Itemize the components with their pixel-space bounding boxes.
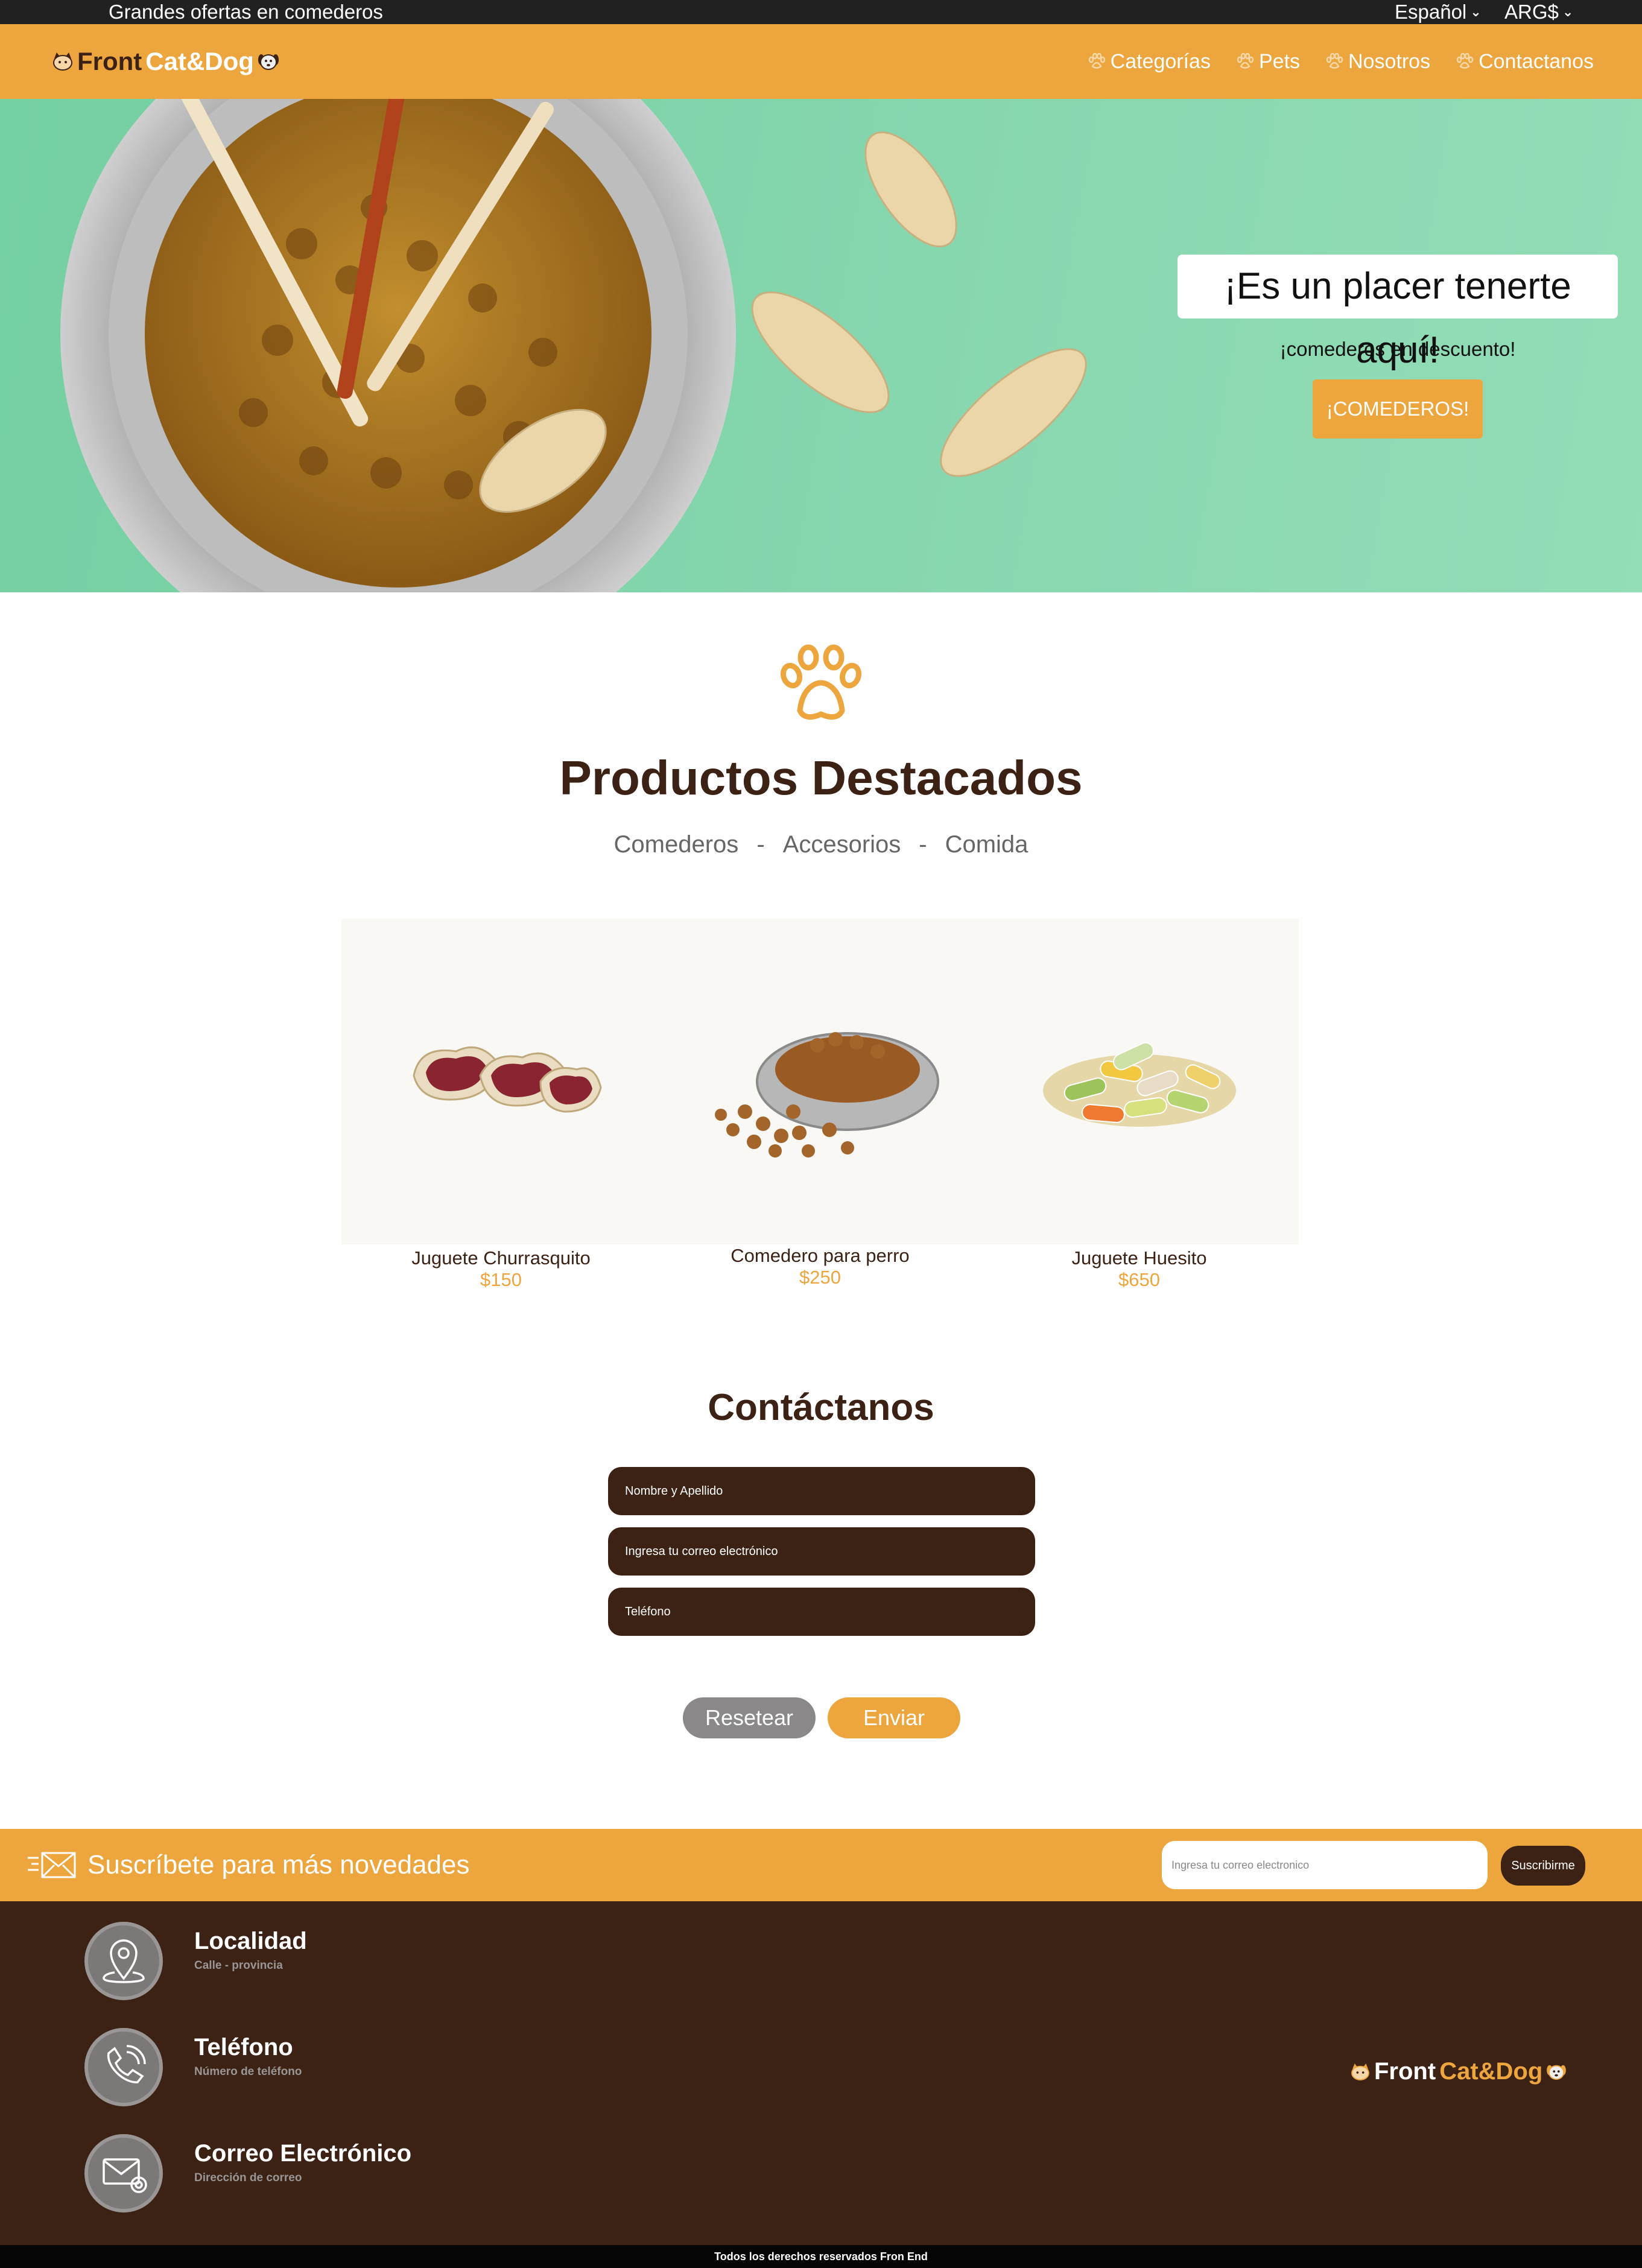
paw-icon — [1456, 53, 1474, 69]
currency-label: ARG$ — [1504, 1, 1559, 23]
product-price: $650 — [1118, 1269, 1160, 1290]
footer-item-title: Localidad — [194, 1928, 307, 1954]
filter-separator: - — [919, 831, 927, 858]
mail-icon — [28, 1852, 76, 1878]
footer-item-title: Correo Electrónico — [194, 2140, 412, 2167]
chevron-down-icon: ⌄ — [1562, 4, 1574, 19]
nav-item-nosotros[interactable]: Nosotros — [1325, 50, 1430, 74]
brand-catdog: Cat&Dog — [145, 47, 254, 75]
footer-item-subtitle: Calle - provincia — [194, 1959, 283, 1972]
brand-front: Front — [1374, 2058, 1436, 2085]
nav-item-categorias[interactable]: Categorías — [1088, 50, 1211, 74]
hero-banner: ¡Es un placer tenerte aquí! ¡comederos e… — [0, 99, 1642, 592]
contact-title: Contáctanos — [708, 1387, 934, 1428]
brand-logo[interactable]: Front Cat&Dog — [52, 47, 279, 76]
hero-cta-button[interactable]: ¡COMEDEROS! — [1313, 379, 1483, 439]
site-header: Front Cat&Dog Categorías Pets Nosotros C… — [0, 24, 1642, 99]
phone-field[interactable] — [608, 1588, 1035, 1636]
product-name[interactable]: Comedero para perro — [661, 1245, 980, 1267]
hero-title: ¡Es un placer tenerte aquí! — [1178, 255, 1618, 371]
top-bar: Grandes ofertas en comederos Español ⌄ A… — [0, 0, 1642, 24]
footer-location: Localidad Calle - provincia — [84, 1922, 627, 2000]
paw-icon — [1326, 53, 1343, 69]
product-card[interactable] — [980, 919, 1299, 1244]
nav-item-contactanos[interactable]: Contactanos — [1456, 50, 1594, 74]
site-footer: Localidad Calle - provincia Teléfono Núm… — [0, 1901, 1642, 2245]
product-card[interactable] — [341, 919, 661, 1244]
filter-comida[interactable]: Comida — [945, 831, 1029, 858]
email-field[interactable] — [608, 1527, 1035, 1576]
location-pin-icon — [84, 1922, 163, 2000]
product-image — [715, 1032, 939, 1158]
product-name[interactable]: Juguete Huesito — [980, 1247, 1299, 1269]
product-cards — [341, 919, 1299, 1244]
paw-icon — [1088, 53, 1105, 69]
dog-icon — [258, 54, 279, 70]
reset-button[interactable]: Resetear — [683, 1697, 816, 1738]
chevron-down-icon: ⌄ — [1470, 4, 1482, 19]
brand-front: Front — [77, 47, 142, 75]
cat-icon — [53, 52, 72, 71]
language-select[interactable]: Español ⌄ — [1395, 0, 1482, 24]
product-name[interactable]: Juguete Churrasquito — [341, 1247, 661, 1269]
footer-item-title: Teléfono — [194, 2034, 293, 2061]
product-price: $150 — [480, 1269, 522, 1290]
subscribe-bar: Suscríbete para más novedades Suscribirm… — [0, 1829, 1642, 1901]
subscribe-email-input[interactable] — [1162, 1841, 1488, 1889]
footer-item-subtitle: Dirección de correo — [194, 2171, 302, 2184]
cat-icon — [1351, 2063, 1369, 2080]
product-info: Juguete Huesito $650 — [980, 1247, 1299, 1291]
subscribe-button[interactable]: Suscribirme — [1501, 1846, 1585, 1886]
nav-label: Nosotros — [1348, 49, 1431, 73]
footer-item-subtitle: Número de teléfono — [194, 2065, 302, 2078]
name-field[interactable] — [608, 1467, 1035, 1515]
currency-select[interactable]: ARG$ ⌄ — [1504, 0, 1573, 24]
nav-label: Contactanos — [1479, 49, 1594, 73]
brand-catdog: Cat&Dog — [1439, 2058, 1543, 2085]
filter-separator: - — [756, 831, 765, 858]
filter-accesorios[interactable]: Accesorios — [783, 831, 901, 858]
main-nav: Categorías Pets Nosotros Contactanos — [1088, 24, 1594, 99]
filter-comederos[interactable]: Comederos — [614, 831, 739, 858]
send-button[interactable]: Enviar — [828, 1697, 960, 1738]
product-info: Juguete Churrasquito $150 — [341, 1247, 661, 1291]
copyright-text: Todos los derechos reservados Fron End — [0, 2245, 1642, 2268]
product-price: $250 — [799, 1267, 841, 1288]
language-label: Español — [1395, 1, 1467, 23]
product-filters: Comederos - Accesorios - Comida — [0, 831, 1642, 858]
nav-item-pets[interactable]: Pets — [1236, 50, 1300, 74]
product-info: Comedero para perro $250 — [661, 1245, 980, 1288]
product-card[interactable] — [661, 919, 980, 1244]
hero-subtitle: ¡comederos en descuento! — [1279, 338, 1516, 360]
product-image — [1043, 1042, 1236, 1127]
paw-icon — [780, 644, 862, 720]
dog-icon — [1547, 2065, 1567, 2080]
promo-text: Grandes ofertas en comederos — [109, 1, 383, 23]
product-image — [413, 1046, 602, 1113]
nav-label: Categorías — [1110, 49, 1211, 73]
footer-email: Correo Electrónico Dirección de correo — [84, 2134, 627, 2213]
footer-phone: Teléfono Número de teléfono — [84, 2028, 627, 2106]
mail-icon — [84, 2134, 163, 2213]
nav-label: Pets — [1258, 49, 1301, 73]
subscribe-text: Suscríbete para más novedades — [87, 1850, 470, 1880]
footer-brand-logo[interactable]: Front Cat&Dog — [1350, 2058, 1567, 2085]
paw-icon — [1237, 53, 1254, 69]
featured-title: Productos Destacados — [559, 751, 1083, 805]
phone-icon — [84, 2028, 163, 2106]
